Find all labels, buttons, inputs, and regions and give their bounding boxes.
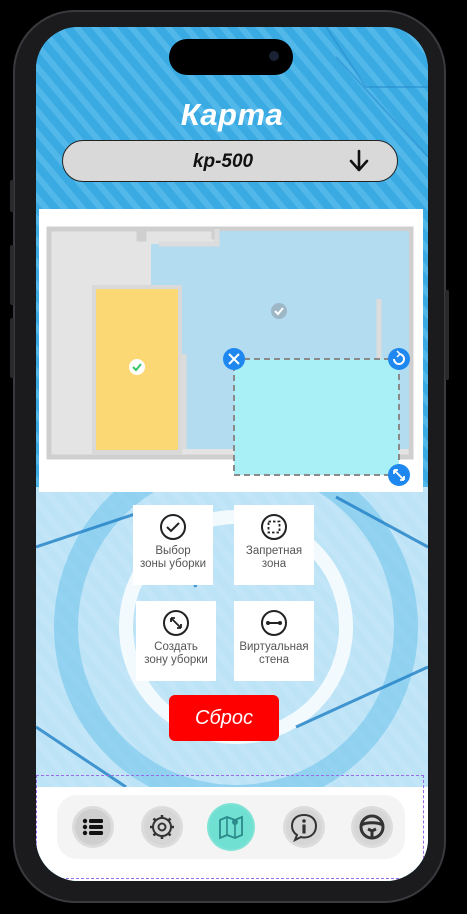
list-icon[interactable] [72, 806, 114, 848]
diagonal-resize-icon [163, 610, 189, 636]
forbidden-zone-label: Запретная зона [245, 545, 303, 570]
create-zone-button[interactable]: Создать зону уборки [136, 601, 216, 681]
virtual-wall-icon [261, 610, 287, 636]
reset-button[interactable]: Сброс [169, 695, 279, 741]
map-icon[interactable] [207, 803, 255, 851]
volume-down-button [10, 318, 14, 378]
virtual-wall-button[interactable]: Виртуальная стена [234, 601, 314, 681]
create-zone-label: Создать зону уборки [144, 641, 208, 666]
screen: Карта kp-500 Выбор зоны уборки Запретная… [36, 27, 428, 881]
checkmark-circle-icon [160, 514, 186, 540]
dynamic-island [169, 39, 293, 75]
gear-icon[interactable] [141, 806, 183, 848]
room-check-icon [129, 359, 145, 375]
camera-icon [269, 51, 279, 61]
bottom-nav [57, 795, 405, 859]
virtual-wall-label: Виртуальная стена [239, 641, 309, 666]
select-zone-label: Выбор зоны уборки [139, 545, 207, 570]
room-check-icon-2 [271, 303, 287, 319]
mute-switch [10, 180, 14, 212]
info-icon[interactable] [283, 806, 325, 848]
power-button [445, 290, 449, 380]
select-zone-button[interactable]: Выбор зоны уборки [133, 505, 213, 585]
page-title: Карта [180, 97, 284, 132]
arrow-down-icon [349, 149, 369, 172]
rotate-zone-icon [388, 348, 410, 370]
steering-wheel-icon[interactable] [351, 806, 393, 848]
floor-plan [46, 226, 414, 486]
device-select[interactable]: kp-500 [62, 140, 398, 182]
volume-up-button [10, 245, 14, 305]
dashed-square-icon [261, 514, 287, 540]
floor-map[interactable] [39, 209, 423, 492]
forbidden-zone-button[interactable]: Запретная зона [234, 505, 314, 585]
device-name: kp-500 [192, 151, 254, 172]
